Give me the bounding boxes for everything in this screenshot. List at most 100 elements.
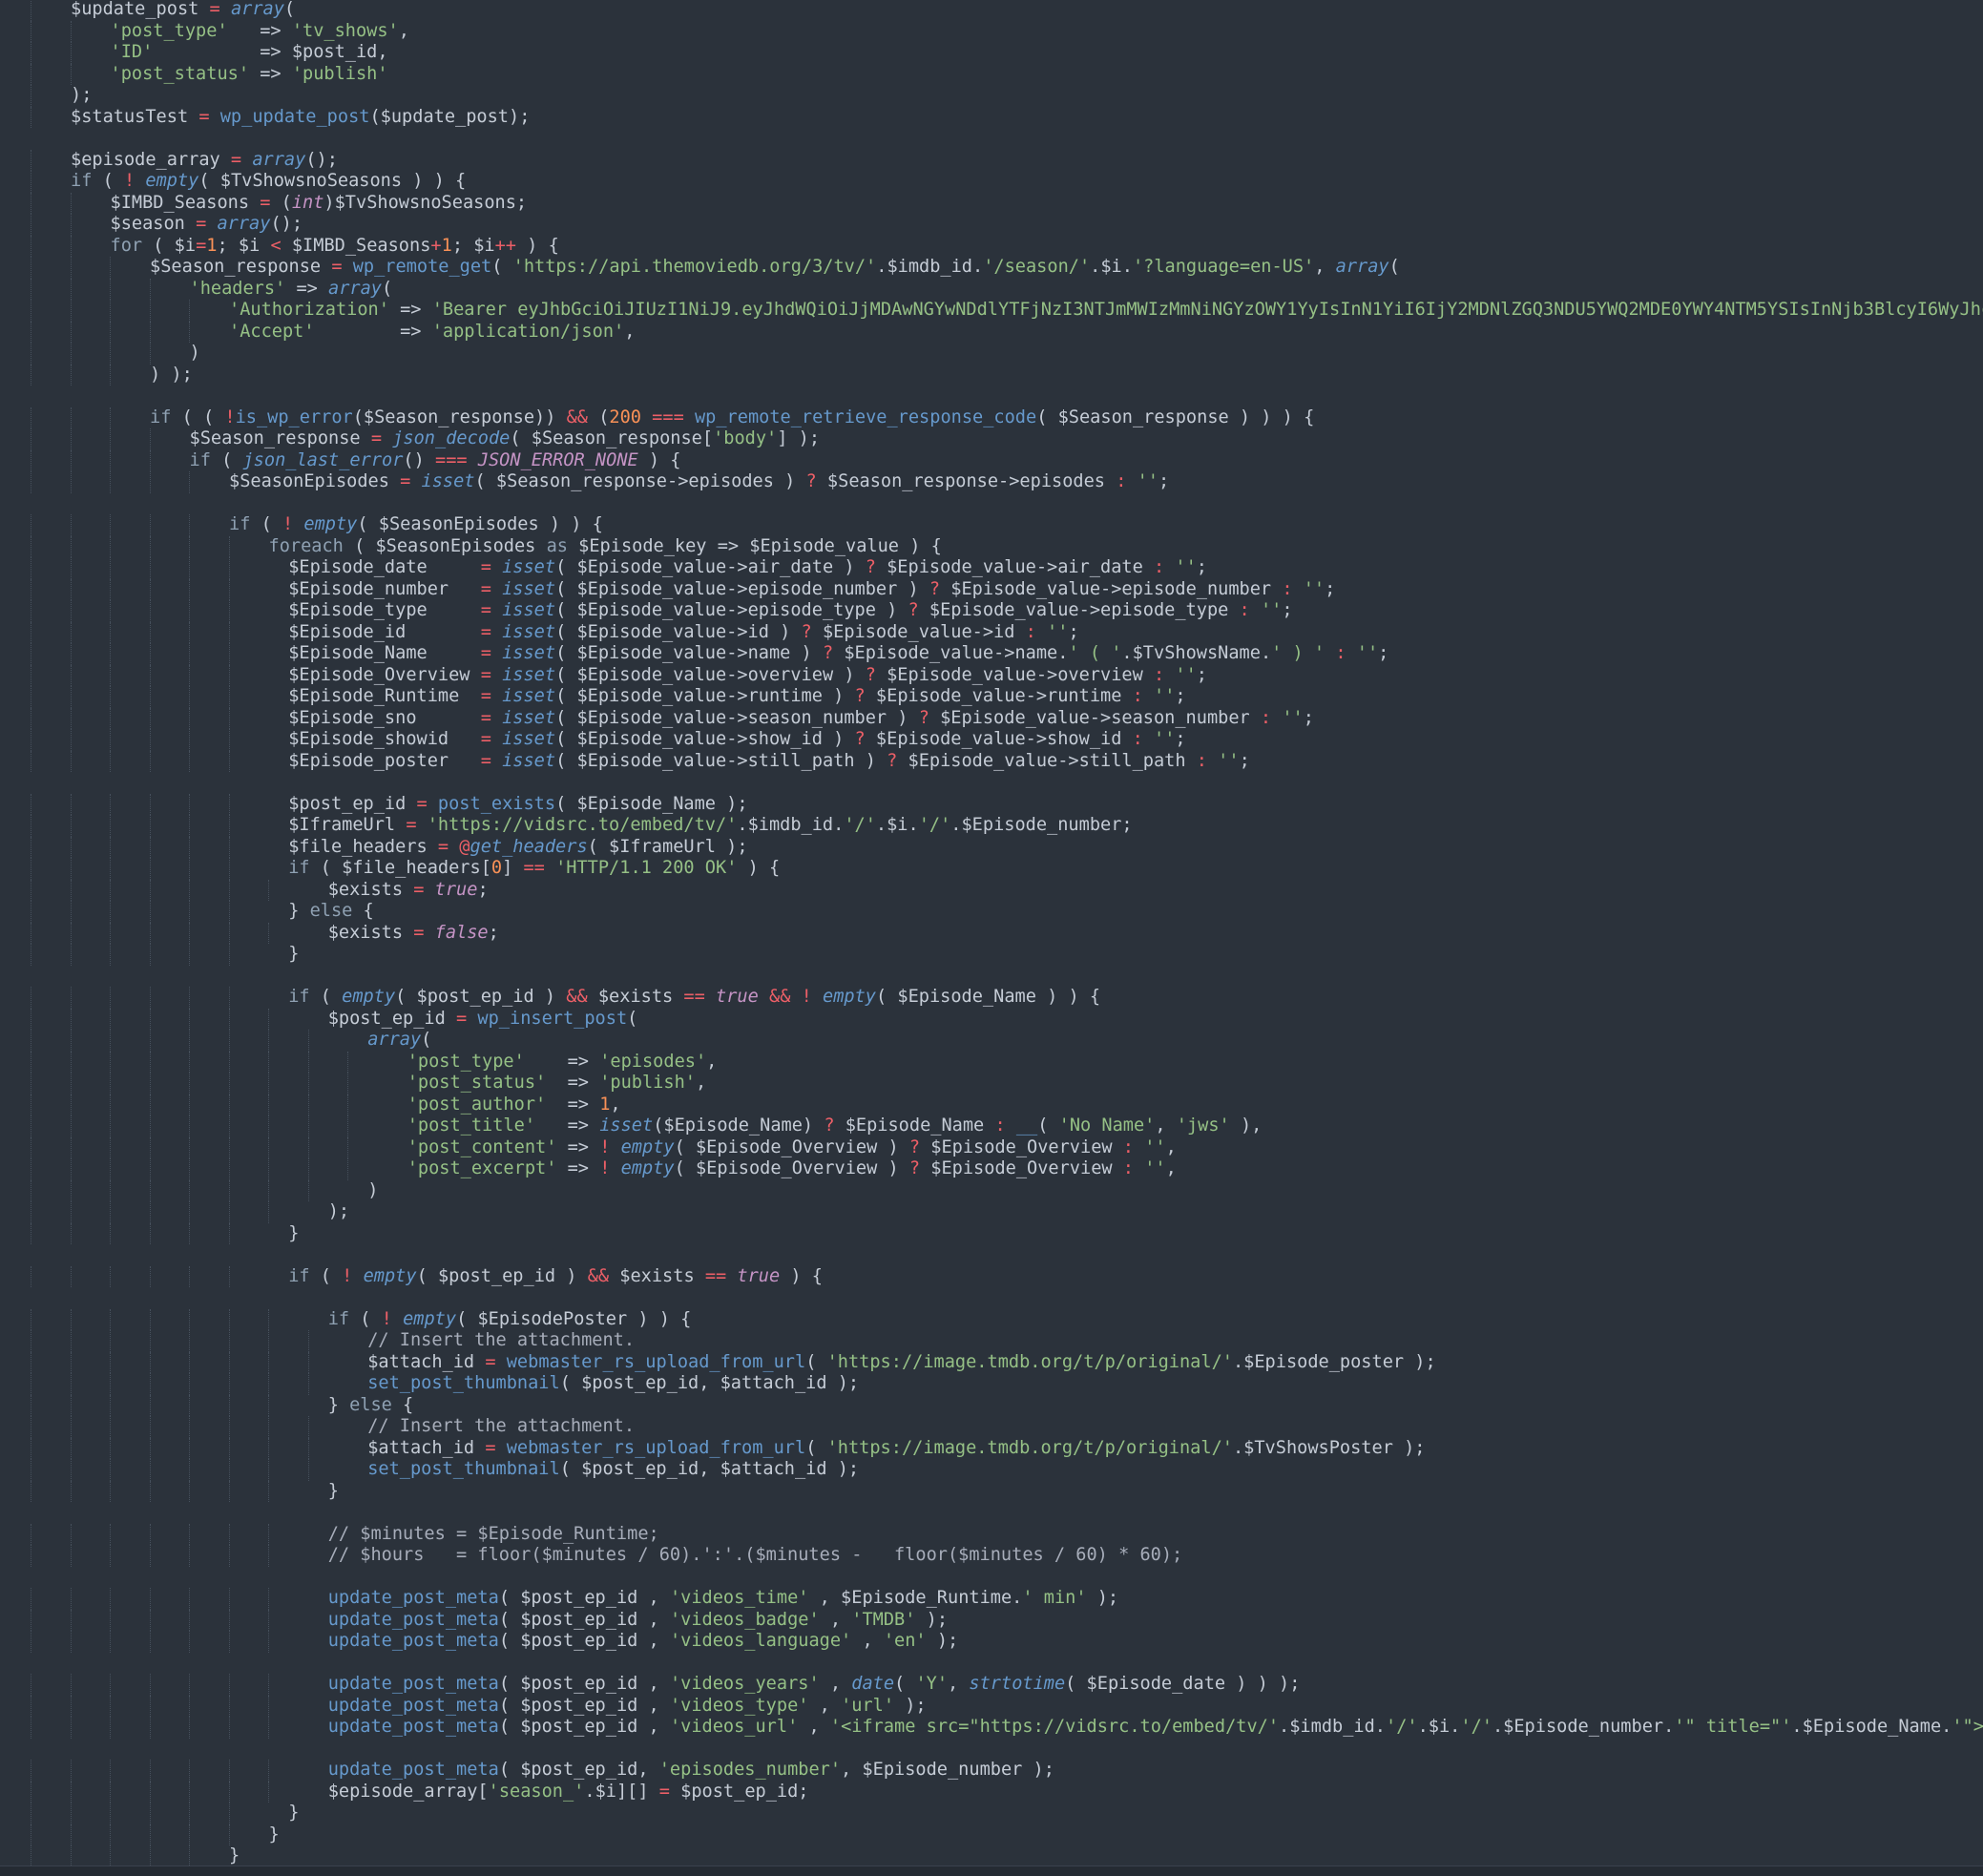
code-token: 'Authorization' [229,300,389,320]
indent-guide [149,471,151,493]
indent-guide [149,664,151,686]
code-token: 'jws' [1176,1115,1230,1136]
indent-guide [110,600,111,622]
indent-guide [189,1845,190,1867]
code-token: wp_remote_retrieve_response_code [694,406,1037,427]
indent-guide [189,621,190,643]
indent-guide [149,879,151,901]
code-token: ( $Episode_Name ); [555,793,748,814]
indent-guide [149,449,151,471]
code-token: ? [824,1115,835,1136]
code-token: true [737,1265,781,1286]
indent-guide [228,707,230,729]
indent-guide [70,793,72,815]
indent-guide [70,578,72,600]
code-token: '' [1356,643,1379,663]
code-text: 'post_type' => 'episodes', [407,1052,718,1073]
code-token: , [398,20,409,41]
indent-guide [228,1459,230,1481]
code-token: int [291,192,324,213]
code-token: $Episode_Runtime [288,686,460,706]
indent-guide [110,1588,111,1610]
code-text: if ( $file_headers[0] == 'HTTP/1.1 200 O… [288,858,780,880]
code-token: '' [1218,750,1240,771]
indent-guide [149,1158,151,1180]
indent-guide [149,1308,151,1330]
code-token: ? [865,557,876,577]
indent-guide [189,1760,190,1782]
indent-guide [149,944,151,966]
code-token: $Episode_poster [288,750,449,771]
indent-guide [149,836,151,858]
code-token: == [683,987,705,1007]
code-token: ); [71,85,93,105]
indent-guide [189,686,190,708]
code-token: 'post_content' [407,1136,557,1157]
indent-guide [70,1030,72,1052]
code-token: $Episode_type [288,600,428,620]
indent-guide [110,428,111,450]
code-token: : [1282,578,1293,599]
indent-guide [228,1330,230,1352]
indent-guide [189,535,190,557]
indent-guide [70,1523,72,1545]
code-token: [ [477,1781,489,1802]
indent-guide [228,1136,230,1158]
code-token: ( $Episode_value->air_date ) [555,557,866,577]
code-token: 'body' [713,428,778,448]
code-token: = [188,106,220,127]
code-token: ( [250,514,282,534]
code-token: , [819,1674,852,1694]
indent-guide [189,750,190,772]
code-token: && [566,987,588,1007]
indent-guide [149,1201,151,1223]
code-editor[interactable]: $update_post = array('post_type' => 'tv_… [0,0,1983,1876]
code-token: ( $post_ep_id , [498,1717,670,1737]
indent-guide [70,321,72,343]
indent-guide [110,686,111,708]
indent-guide [228,922,230,944]
code-token: empty [145,171,199,191]
code-token: $episode_array [327,1781,478,1802]
indent-guide [70,278,72,300]
indent-guide [307,1330,309,1352]
code-token: is_wp_error [235,406,353,427]
code-token: isset [599,1115,654,1136]
code-token: == [704,1265,727,1286]
code-token: ; [1196,557,1207,577]
code-token: ; [1303,707,1314,728]
code-token: $exists [327,922,404,943]
horizontal-scrollbar[interactable] [0,1866,1983,1876]
code-token: = [449,750,503,771]
code-token: 'post_status' [407,1073,547,1093]
indent-guide [70,1631,72,1653]
indent-guide [70,471,72,493]
indent-guide [149,1824,151,1845]
indent-guide [268,1330,269,1352]
code-token: ( $post_ep_id , [498,1609,670,1630]
indent-guide [110,471,111,493]
code-token: , [624,321,636,342]
code-token: ? [887,750,898,771]
code-text: if ( ( !is_wp_error($Season_response)) &… [150,407,1314,429]
indent-guide [70,858,72,880]
code-text: } [288,1223,299,1245]
indent-guide [228,643,230,665]
indent-guide [189,836,190,858]
code-token: ( $Episode_value->still_path ) [555,750,887,771]
indent-guide [228,1781,230,1803]
indent-guide [110,1803,111,1824]
indent-guide [110,1094,111,1115]
code-token: ( $post_ep_id , [498,1631,670,1651]
code-token: ( [588,406,610,427]
code-token: ( $i [142,235,197,256]
code-token: : [1116,471,1127,491]
code-text: ) ); [150,365,193,386]
code-token: ? [918,707,929,728]
indent-guide [110,1717,111,1739]
